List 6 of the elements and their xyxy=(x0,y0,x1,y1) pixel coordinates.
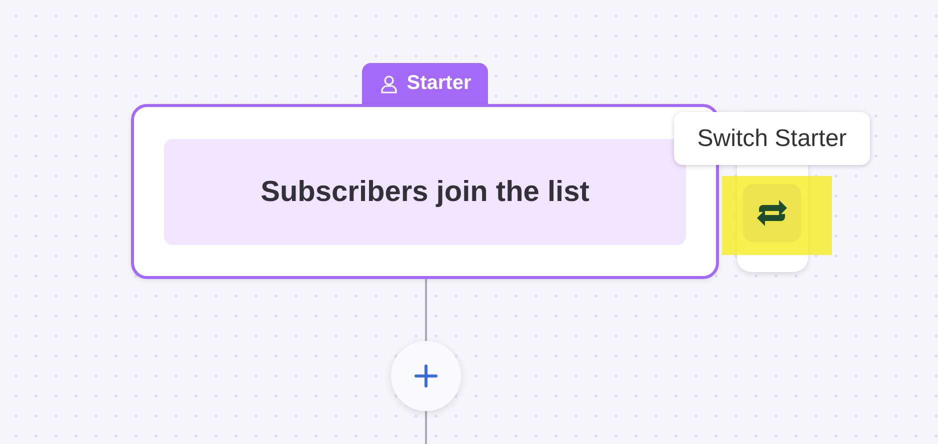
trigger-title: Subscribers join the list xyxy=(164,139,686,245)
person-icon xyxy=(378,74,399,94)
starter-badge: Starter xyxy=(362,63,488,104)
tooltip: Switch Starter xyxy=(674,112,870,165)
plus-icon xyxy=(414,364,438,388)
switch-button[interactable] xyxy=(743,184,801,242)
